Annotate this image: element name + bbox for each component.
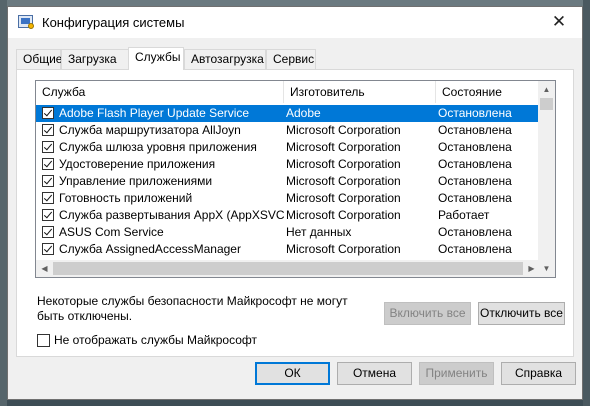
- horizontal-scrollbar[interactable]: ◀ ▶: [36, 260, 540, 277]
- service-row[interactable]: Служба развертывания AppX (AppXSVC) Micro…: [36, 207, 540, 224]
- service-status: Остановлена: [438, 225, 512, 239]
- service-status: Работает: [438, 208, 490, 222]
- scroll-left-arrow-icon[interactable]: ◀: [36, 260, 53, 277]
- services-rows: Adobe Flash Player Update Service Adobe Ос…: [36, 105, 540, 275]
- vertical-scroll-thumb[interactable]: [540, 98, 553, 110]
- tab-startup[interactable]: Автозагрузка: [184, 49, 266, 69]
- service-enabled-checkbox[interactable]: [42, 158, 54, 170]
- service-status: Остановлена: [438, 191, 512, 205]
- scroll-right-arrow-icon[interactable]: ▶: [523, 260, 540, 277]
- desktop-background-right: [583, 0, 590, 406]
- column-header-status[interactable]: Состояние: [436, 81, 540, 103]
- service-manufacturer: Нет данных: [286, 225, 352, 239]
- service-row[interactable]: Служба шлюза уровня приложения Microsoft …: [36, 139, 540, 156]
- service-enabled-checkbox[interactable]: [42, 124, 54, 136]
- column-header-manufacturer[interactable]: Изготовитель: [284, 81, 436, 103]
- scroll-down-arrow-icon[interactable]: ▼: [538, 260, 555, 277]
- disable-all-button[interactable]: Отключить все: [478, 302, 565, 325]
- service-enabled-checkbox[interactable]: [42, 243, 54, 255]
- msconfig-app-icon: [18, 15, 34, 29]
- services-list[interactable]: Служба Изготовитель Состояние Adobe Flas…: [35, 80, 556, 278]
- apply-button[interactable]: Применить: [419, 362, 494, 385]
- security-services-note: Некоторые службы безопасности Майкрософт…: [37, 294, 348, 323]
- service-row[interactable]: Adobe Flash Player Update Service Adobe Ос…: [36, 105, 540, 122]
- service-manufacturer: Microsoft Corporation: [286, 140, 401, 154]
- window-title: Конфигурация системы: [42, 15, 185, 30]
- tab-general[interactable]: Общие: [16, 49, 62, 69]
- service-row[interactable]: Удостоверение приложения Microsoft Corpor…: [36, 156, 540, 173]
- service-manufacturer: Microsoft Corporation: [286, 123, 401, 137]
- vertical-scrollbar[interactable]: ▲ ▼: [538, 81, 555, 277]
- ok-button[interactable]: ОК: [255, 362, 330, 385]
- column-header-service[interactable]: Служба: [36, 81, 284, 103]
- service-name: Служба маршрутизатора AllJoyn: [59, 123, 241, 137]
- service-manufacturer: Microsoft Corporation: [286, 242, 401, 256]
- service-row[interactable]: ASUS Com Service Нет данных Остановлена: [36, 224, 540, 241]
- service-name: Служба AssignedAccessManager: [59, 242, 241, 256]
- service-status: Остановлена: [438, 157, 512, 171]
- horizontal-scroll-thumb[interactable]: [53, 262, 523, 275]
- title-bar[interactable]: Конфигурация системы ✕: [8, 7, 582, 38]
- close-button[interactable]: ✕: [536, 7, 582, 37]
- tab-strip: Общие Загрузка Службы Автозагрузка Серви…: [16, 47, 576, 70]
- services-list-header: Служба Изготовитель Состояние: [36, 81, 540, 103]
- service-name: Служба развертывания AppX (AppXSVC): [59, 208, 284, 222]
- service-manufacturer: Adobe: [286, 106, 321, 120]
- service-row[interactable]: Служба маршрутизатора AllJoyn Microsoft C…: [36, 122, 540, 139]
- scroll-up-arrow-icon[interactable]: ▲: [538, 81, 555, 98]
- service-enabled-checkbox[interactable]: [42, 141, 54, 153]
- service-enabled-checkbox[interactable]: [42, 209, 54, 221]
- cancel-button[interactable]: Отмена: [337, 362, 412, 385]
- service-status: Остановлена: [438, 140, 512, 154]
- service-manufacturer: Microsoft Corporation: [286, 157, 401, 171]
- service-enabled-checkbox[interactable]: [42, 175, 54, 187]
- system-configuration-window: Конфигурация системы ✕ Общие Загрузка Сл…: [7, 6, 583, 400]
- service-name: Управление приложениями: [59, 174, 213, 188]
- tab-services[interactable]: Службы: [128, 47, 184, 70]
- service-status: Остановлена: [438, 106, 512, 120]
- service-name: Служба шлюза уровня приложения: [59, 140, 257, 154]
- service-name: ASUS Com Service: [59, 225, 164, 239]
- services-panel: Служба Изготовитель Состояние Adobe Flas…: [16, 69, 574, 357]
- service-row[interactable]: Служба AssignedAccessManager Microsoft Co…: [36, 241, 540, 258]
- hide-microsoft-services-checkbox[interactable]: [37, 334, 50, 347]
- service-row[interactable]: Управление приложениями Microsoft Corpora…: [36, 173, 540, 190]
- tab-boot[interactable]: Загрузка: [61, 49, 129, 69]
- hide-microsoft-services-label: Не отображать службы Майкрософт: [54, 333, 258, 347]
- tab-tools[interactable]: Сервис: [266, 49, 316, 69]
- service-manufacturer: Microsoft Corporation: [286, 208, 401, 222]
- service-name: Adobe Flash Player Update Service: [59, 106, 250, 120]
- help-button[interactable]: Справка: [501, 362, 576, 385]
- enable-all-button[interactable]: Включить все: [384, 302, 471, 325]
- service-name: Готовность приложений: [59, 191, 193, 205]
- service-status: Остановлена: [438, 174, 512, 188]
- service-enabled-checkbox[interactable]: [42, 192, 54, 204]
- service-enabled-checkbox[interactable]: [42, 107, 54, 119]
- desktop-background-left: [0, 0, 7, 406]
- service-name: Удостоверение приложения: [59, 157, 216, 171]
- service-row[interactable]: Готовность приложений Microsoft Corporati…: [36, 190, 540, 207]
- service-status: Остановлена: [438, 242, 512, 256]
- service-status: Остановлена: [438, 123, 512, 137]
- service-manufacturer: Microsoft Corporation: [286, 191, 401, 205]
- service-manufacturer: Microsoft Corporation: [286, 174, 401, 188]
- service-enabled-checkbox[interactable]: [42, 226, 54, 238]
